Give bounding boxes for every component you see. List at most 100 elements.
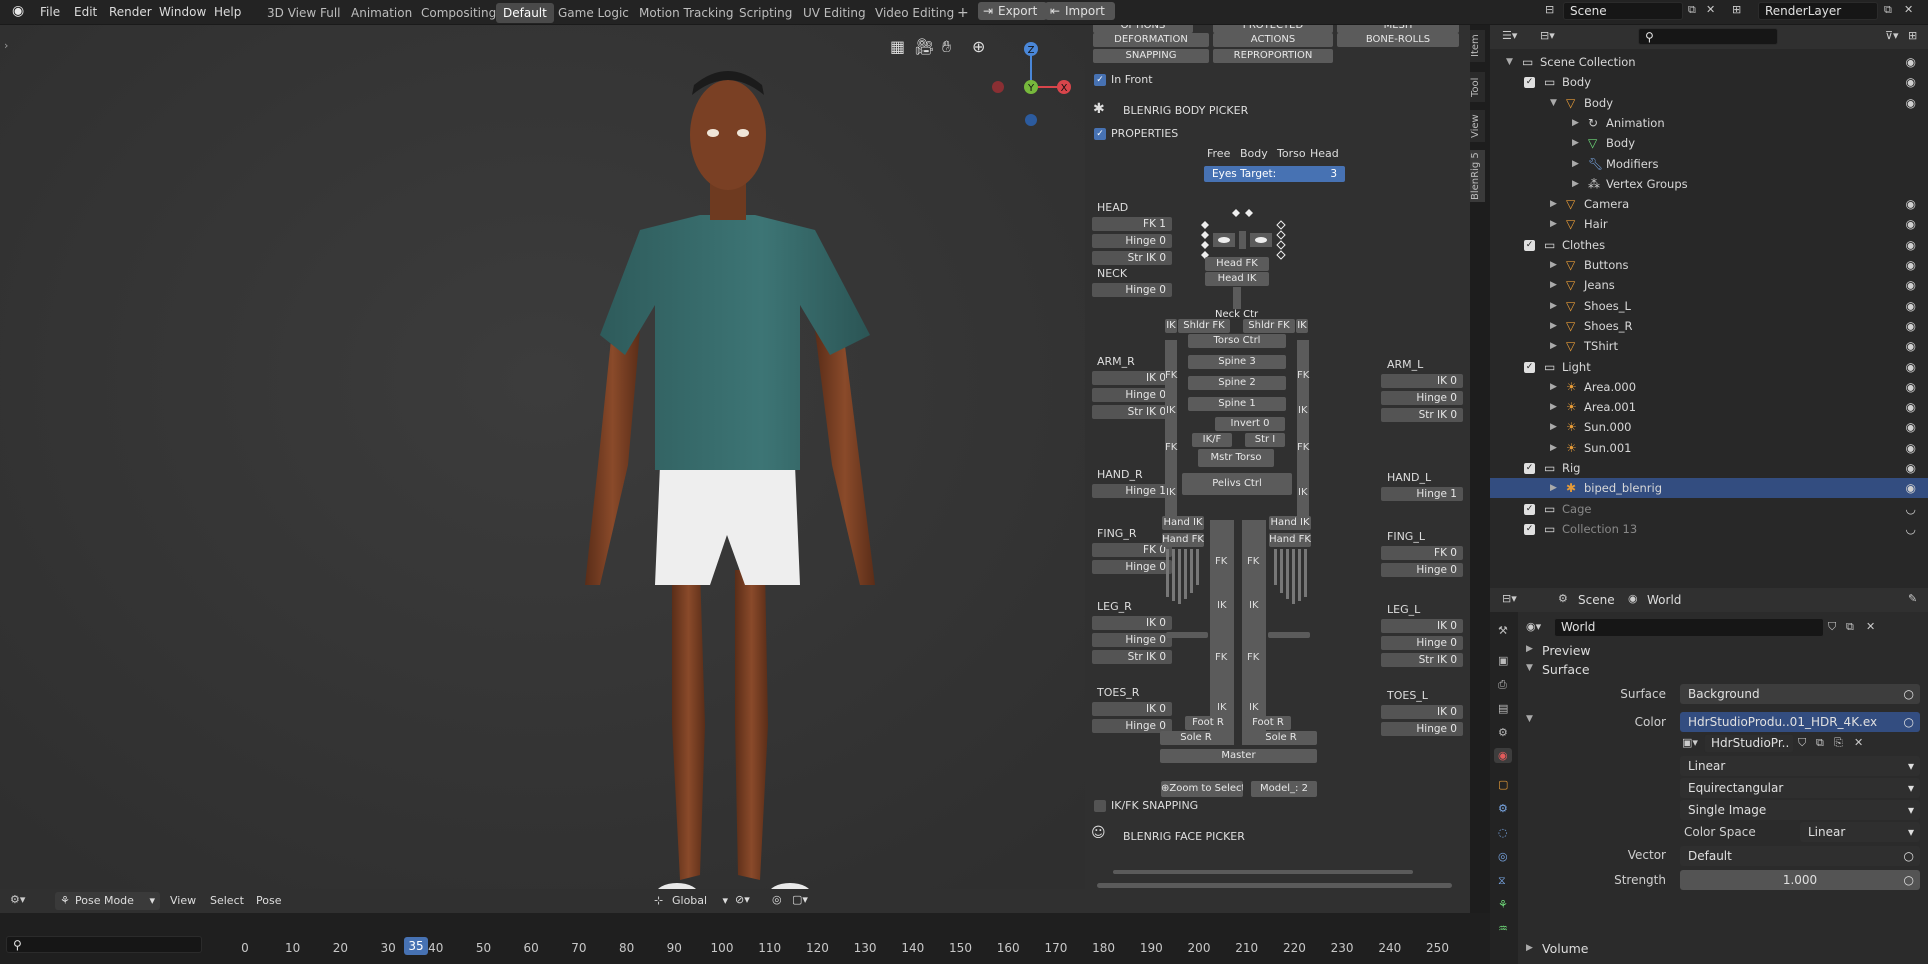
preview-chevron-icon[interactable]: ▶	[1526, 644, 1533, 654]
properties-checkbox[interactable]: ✓	[1094, 128, 1106, 140]
world-copy-icon[interactable]: ⧉	[1846, 620, 1854, 634]
export-button[interactable]: ⇥ Export	[978, 2, 1048, 20]
visibility-eye-icon[interactable]: ◉	[1906, 397, 1916, 417]
outliner-row[interactable]: ▼✓▭Light◉	[1490, 357, 1928, 377]
sole-l-button[interactable]: Sole R	[1245, 731, 1317, 745]
toes-r-ik-value[interactable]: IK 0	[1092, 702, 1172, 716]
collection-checkbox[interactable]: ✓	[1524, 523, 1535, 535]
visibility-eye-icon[interactable]: ◉	[1906, 235, 1916, 255]
sole-r-button[interactable]: Sole R	[1160, 731, 1232, 745]
tab-scripting[interactable]: Scripting	[732, 3, 799, 23]
menu-select[interactable]: Select	[210, 894, 244, 907]
modifier-tab-icon[interactable]: ⚙︎	[1498, 802, 1508, 815]
color-space-select[interactable]: Linear ▾	[1800, 822, 1920, 842]
surface-select[interactable]: Background ○	[1680, 684, 1920, 704]
expand-chevron-icon[interactable]: ▼	[1506, 52, 1513, 72]
visibility-eye-icon[interactable]: ◉	[1906, 255, 1916, 275]
image-fake-user-icon[interactable]: ⛉	[1798, 736, 1806, 750]
collection-checkbox[interactable]: ✓	[1524, 463, 1535, 474]
scene-copy-icon[interactable]: ⧉	[1688, 3, 1696, 17]
spine-3-button[interactable]: Spine 3	[1188, 355, 1286, 369]
collection-checkbox[interactable]: ✓	[1524, 503, 1535, 515]
in-front-checkbox[interactable]: ✓	[1094, 74, 1106, 86]
mode-body[interactable]: Body	[1240, 147, 1268, 160]
mode-torso[interactable]: Torso	[1277, 147, 1306, 160]
spine-2-button[interactable]: Spine 2	[1188, 376, 1286, 390]
outliner-row[interactable]: ▼✓▭Collection 13◡	[1490, 519, 1928, 539]
fing-r-fk-value[interactable]: FK 0	[1092, 543, 1172, 557]
fing-l-hinge-value[interactable]: Hinge 0	[1381, 563, 1463, 577]
outliner-row[interactable]: ▶ ▽ Buttons ◉	[1490, 255, 1928, 275]
arm-l-hinge-value[interactable]: Hinge 0	[1381, 391, 1463, 405]
outliner-row[interactable]: ▶ ☀︎ Sun.000 ◉	[1490, 417, 1928, 437]
outliner-search-input[interactable]: ⚲	[1638, 28, 1778, 45]
torso-ctrl-button[interactable]: Torso Ctrl	[1188, 334, 1286, 348]
tab-default[interactable]: Default	[496, 3, 554, 23]
tab-3d-view-full[interactable]: 3D View Full	[260, 3, 348, 23]
leg-l-hinge-value[interactable]: Hinge 0	[1381, 636, 1463, 650]
mode-select[interactable]: ⚘ Pose Mode ▾	[55, 892, 160, 910]
leg-r-str-ik-value[interactable]: Str IK 0	[1092, 650, 1172, 664]
model-field[interactable]: Model_: 2	[1251, 781, 1317, 797]
volume-chevron-icon[interactable]: ▶	[1526, 943, 1533, 953]
str-i-button[interactable]: Str I	[1245, 433, 1285, 447]
menu-render[interactable]: Render	[105, 2, 156, 22]
zoom-to-select-button[interactable]: ⊕Zoom to Select..	[1161, 781, 1243, 797]
view-layer-tab-icon[interactable]: ▤	[1498, 702, 1508, 715]
outliner-row[interactable]: ▼✓▭Body◉	[1490, 72, 1928, 92]
expand-chevron-icon[interactable]: ▶	[1572, 154, 1579, 174]
render-layer-field[interactable]: RenderLayer	[1758, 2, 1878, 20]
expand-chevron-icon[interactable]: ▼	[1550, 93, 1557, 113]
pelvis-ctrl-button[interactable]: Pelivs Ctrl	[1182, 473, 1292, 495]
collection-checkbox[interactable]: ✓	[1524, 239, 1535, 251]
data-tab-icon[interactable]: ⚘	[1498, 898, 1508, 911]
filter-icon[interactable]: ⊽▾	[1885, 29, 1899, 42]
pivot-icon[interactable]: ⊘▾	[735, 893, 750, 906]
visibility-eye-icon[interactable]: ◉	[1906, 296, 1916, 316]
hand-ik-l-button[interactable]: Hand IK	[1269, 516, 1311, 530]
mode-head[interactable]: Head	[1310, 147, 1339, 160]
expand-chevron-icon[interactable]: ▶	[1550, 417, 1557, 437]
world-name-field[interactable]: World	[1554, 618, 1824, 637]
arm-l-ik-value[interactable]: IK 0	[1381, 374, 1463, 388]
hand-l-hinge-value[interactable]: Hinge 1	[1381, 487, 1463, 501]
breadcrumb-scene[interactable]: Scene	[1578, 593, 1615, 607]
visibility-eye-icon[interactable]: ◉	[1906, 316, 1916, 336]
collection-checkbox[interactable]: ✓	[1524, 77, 1535, 89]
editor-type-icon[interactable]: ⊟▾	[1502, 592, 1517, 605]
viewport-expand-icon[interactable]: ›	[4, 39, 8, 52]
image-open-icon[interactable]: ⎘	[1834, 736, 1843, 750]
foot-r-button[interactable]: Foot R	[1185, 716, 1231, 730]
outliner-row[interactable]: ▶ ▽ Body	[1490, 133, 1928, 153]
projection-select[interactable]: Equirectangular ▾	[1680, 778, 1920, 798]
expand-chevron-icon[interactable]: ▶	[1550, 214, 1557, 234]
collection-checkbox[interactable]: ✓	[1524, 361, 1535, 373]
axis-gizmo[interactable]: Z Y X	[985, 35, 1075, 135]
expand-chevron-icon[interactable]: ▶	[1550, 336, 1557, 356]
leg-l-str-ik-value[interactable]: Str IK 0	[1381, 653, 1463, 667]
fing-r-hinge-value[interactable]: Hinge 0	[1092, 560, 1172, 574]
strength-field[interactable]: 1.000 ○	[1680, 870, 1920, 890]
ikfk-snapping-checkbox[interactable]	[1094, 800, 1106, 812]
options-button[interactable]: OPTIONS	[1093, 25, 1193, 33]
protected-button[interactable]: PROTECTED	[1213, 25, 1333, 33]
menu-edit[interactable]: Edit	[70, 2, 101, 22]
neck-hinge-value[interactable]: Hinge 0	[1092, 283, 1172, 297]
hand-ik-r-button[interactable]: Hand IK	[1162, 516, 1204, 530]
expand-chevron-icon[interactable]: ▶	[1550, 478, 1557, 498]
import-button[interactable]: ⇤ Import	[1045, 2, 1115, 20]
scene-close-icon[interactable]: ✕	[1706, 3, 1715, 16]
tab-animation[interactable]: Animation	[344, 3, 419, 23]
reproportion-button[interactable]: REPROPORTION	[1213, 49, 1333, 63]
outliner-row[interactable]: ▶ ▽ Jeans ◉	[1490, 275, 1928, 295]
visibility-eye-icon[interactable]: ◉	[1906, 438, 1916, 458]
world-tab-icon[interactable]: ◉	[1494, 748, 1512, 763]
outliner-row[interactable]: ▶ ☀︎ Area.000 ◉	[1490, 377, 1928, 397]
arm-r-str-ik-value[interactable]: Str IK 0	[1092, 405, 1172, 419]
outliner-row[interactable]: ▼ ▭ Scene Collection ◉	[1490, 52, 1928, 72]
blender-logo-icon[interactable]: ◉	[12, 3, 24, 19]
vector-select[interactable]: Default ○	[1680, 846, 1920, 866]
playhead[interactable]: 35	[404, 937, 428, 955]
constraint-tab-icon[interactable]: ⧖	[1498, 874, 1506, 888]
hand-fk-l-button[interactable]: Hand FK	[1269, 533, 1311, 547]
